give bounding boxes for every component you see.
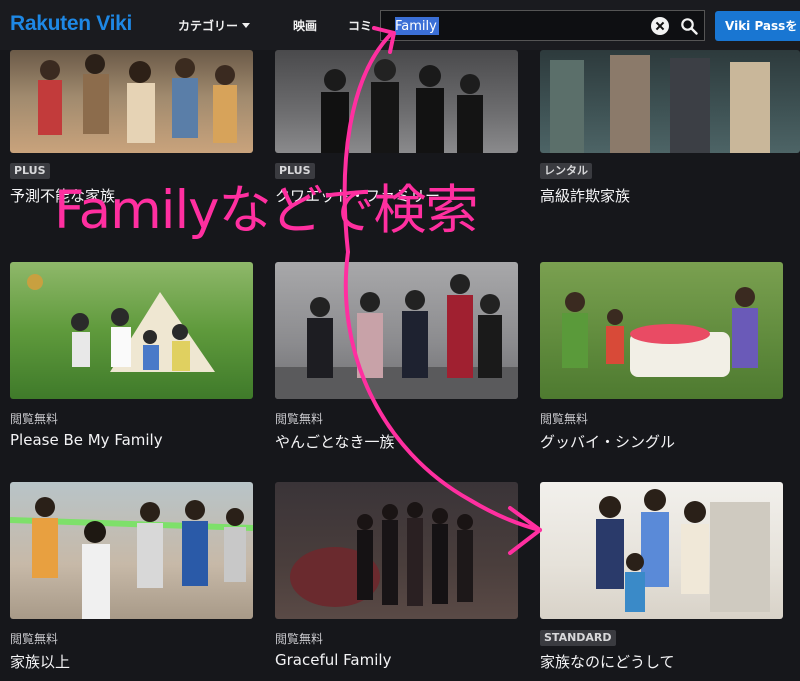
arrow-to-card [343,250,542,532]
arrow-to-search [342,31,394,254]
annotation-arrows [342,26,542,555]
